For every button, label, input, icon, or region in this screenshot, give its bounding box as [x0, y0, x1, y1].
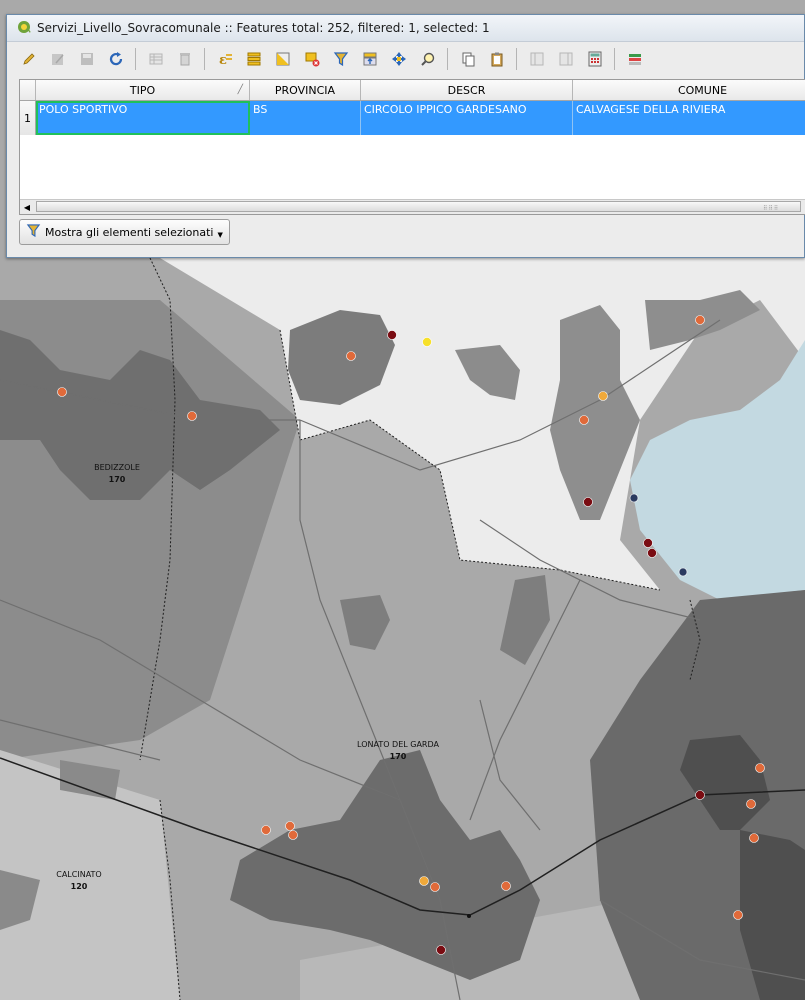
- window-title: Servizi_Livello_Sovracomunale :: Feature…: [37, 21, 490, 35]
- place-label: LONATO DEL GARDA: [357, 740, 439, 749]
- disk-icon[interactable]: [75, 48, 98, 71]
- service-point[interactable]: [647, 548, 657, 558]
- scrollbar-thumb[interactable]: ⠿⠿⠿: [36, 201, 801, 212]
- place-code: 170: [390, 752, 407, 761]
- scroll-grip-icon: ⠿⠿⠿: [763, 205, 780, 212]
- copy-icon[interactable]: [456, 48, 479, 71]
- horizontal-scrollbar[interactable]: ◀ ⠿⠿⠿: [20, 199, 805, 214]
- service-point[interactable]: [57, 387, 67, 397]
- header-corner[interactable]: [20, 80, 36, 100]
- column-header-descr[interactable]: DESCR: [361, 80, 573, 100]
- service-point[interactable]: [629, 493, 639, 503]
- trash-icon[interactable]: [173, 48, 196, 71]
- service-point[interactable]: [749, 833, 759, 843]
- place-label: BEDIZZOLE: [94, 463, 140, 472]
- service-point[interactable]: [422, 337, 432, 347]
- filter-funnel-icon: [26, 223, 41, 241]
- table-cell-tipo[interactable]: POLO SPORTIVO: [36, 101, 250, 135]
- service-point[interactable]: [261, 825, 271, 835]
- toolbar-separator: [614, 48, 615, 70]
- add-feature-icon[interactable]: [144, 48, 167, 71]
- service-point[interactable]: [501, 881, 511, 891]
- railway-station: [467, 914, 471, 918]
- column-header-provincia[interactable]: PROVINCIA: [250, 80, 361, 100]
- toolbar-separator: [447, 48, 448, 70]
- deselect-icon[interactable]: [300, 48, 323, 71]
- service-point[interactable]: [285, 821, 295, 831]
- save-edits-icon[interactable]: [46, 48, 69, 71]
- table-cell-descr[interactable]: CIRCOLO IPPICO GARDESANO: [361, 101, 573, 135]
- pan-to-selection-icon[interactable]: [387, 48, 410, 71]
- service-point[interactable]: [288, 830, 298, 840]
- show-selected-label: Mostra gli elementi selezionati: [45, 225, 214, 239]
- service-point[interactable]: [746, 799, 756, 809]
- dropdown-arrow-icon: ▼: [217, 231, 223, 239]
- zoom-to-selection-icon[interactable]: [416, 48, 439, 71]
- table-cell-provincia[interactable]: BS: [250, 101, 361, 135]
- service-point[interactable]: [387, 330, 397, 340]
- service-point[interactable]: [583, 497, 593, 507]
- qgis-logo-icon: [17, 20, 31, 37]
- service-point[interactable]: [695, 790, 705, 800]
- paste-icon[interactable]: [485, 48, 508, 71]
- service-point[interactable]: [643, 538, 653, 548]
- show-selected-features-button[interactable]: Mostra gli elementi selezionati ▼: [19, 219, 230, 245]
- service-point[interactable]: [419, 876, 429, 886]
- service-point[interactable]: [436, 945, 446, 955]
- service-point[interactable]: [755, 763, 765, 773]
- place-code: 120: [71, 882, 88, 891]
- service-point[interactable]: [733, 910, 743, 920]
- table-header: TIPO ╱ PROVINCIA DESCR COMUNE: [20, 80, 805, 101]
- service-point[interactable]: [430, 882, 440, 892]
- delete-field-icon[interactable]: [525, 48, 548, 71]
- table-row[interactable]: 1 POLO SPORTIVO BS CIRCOLO IPPICO GARDES…: [20, 101, 805, 135]
- filter-funnel-icon[interactable]: [329, 48, 352, 71]
- service-point[interactable]: [187, 411, 197, 421]
- pencil-icon[interactable]: [17, 48, 40, 71]
- new-field-icon[interactable]: [554, 48, 577, 71]
- table-footer: Mostra gli elementi selezionati ▼: [19, 219, 230, 245]
- attribute-toolbar: ε: [7, 42, 804, 76]
- place-label: CALCINATO: [56, 870, 101, 879]
- service-point[interactable]: [346, 351, 356, 361]
- select-all-icon[interactable]: [242, 48, 265, 71]
- sort-indicator-icon: ╱: [237, 85, 243, 95]
- attribute-table-window: Servizi_Livello_Sovracomunale :: Feature…: [6, 14, 805, 258]
- service-point[interactable]: [598, 391, 608, 401]
- conditional-format-icon[interactable]: [623, 48, 646, 71]
- attribute-table[interactable]: TIPO ╱ PROVINCIA DESCR COMUNE 1 POLO SPO…: [19, 79, 805, 215]
- select-expression-icon[interactable]: ε: [213, 48, 236, 71]
- service-point[interactable]: [695, 315, 705, 325]
- invert-selection-icon[interactable]: [271, 48, 294, 71]
- service-point[interactable]: [579, 415, 589, 425]
- reload-icon[interactable]: [104, 48, 127, 71]
- service-point[interactable]: [678, 567, 688, 577]
- place-code: 170: [109, 475, 126, 484]
- toolbar-separator: [516, 48, 517, 70]
- column-header-tipo[interactable]: TIPO ╱: [36, 80, 250, 100]
- field-calculator-icon[interactable]: [583, 48, 606, 71]
- window-titlebar[interactable]: Servizi_Livello_Sovracomunale :: Feature…: [7, 15, 804, 42]
- row-number[interactable]: 1: [20, 101, 36, 135]
- svg-text:ε: ε: [219, 53, 227, 67]
- toolbar-separator: [135, 48, 136, 70]
- column-header-comune[interactable]: COMUNE: [573, 80, 805, 100]
- move-selection-top-icon[interactable]: [358, 48, 381, 71]
- toolbar-separator: [204, 48, 205, 70]
- table-cell-comune[interactable]: CALVAGESE DELLA RIVIERA: [573, 101, 805, 135]
- scroll-left-arrow-icon[interactable]: ◀: [20, 201, 34, 214]
